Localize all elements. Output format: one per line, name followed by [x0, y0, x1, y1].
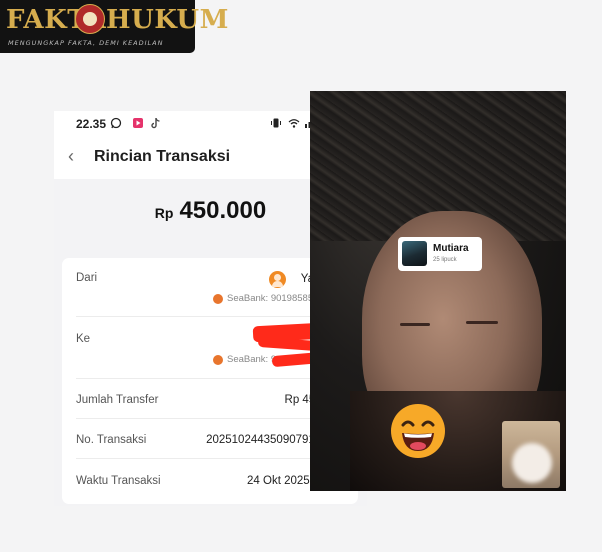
caller-name: Mutiara [433, 243, 469, 254]
amount-currency: Rp [154, 205, 174, 221]
whatsapp-icon [110, 117, 122, 129]
self-view-preview[interactable] [502, 421, 560, 488]
tiktok-icon [151, 118, 160, 129]
transaction-time-label: Waktu Transaksi [76, 475, 161, 487]
logo-seal-icon [75, 4, 105, 34]
status-time: 22.35 [76, 117, 107, 131]
from-label: Dari [76, 272, 98, 284]
laughing-emoji-icon [391, 404, 445, 458]
wifi-icon [288, 119, 300, 128]
watermark-logo: FAKTA HUKUM MENGUNGKAP FAKTA, DEMI KEADI… [0, 0, 228, 53]
transfer-amount-label: Jumlah Transfer [76, 394, 159, 406]
divider [76, 316, 344, 317]
logo-tagline: MENGUNGKAP FAKTA, DEMI KEADILAN [8, 39, 164, 47]
seabank-logo-icon [213, 355, 223, 365]
divider [76, 418, 344, 419]
amount-value: 450.000 [179, 197, 267, 224]
divider [76, 458, 344, 459]
caller-subtitle: 25 lipuck [433, 257, 457, 263]
seabank-logo-icon [213, 294, 223, 304]
video-call-screenshot: Mutiara 25 lipuck [310, 91, 566, 491]
transaction-no-label: No. Transaksi [76, 434, 147, 446]
recipient-bank-account: SeaBank: 9 [227, 354, 277, 365]
page-title: Rincian Transaksi [94, 148, 231, 165]
logo-brand-right: HUKUM [106, 5, 229, 35]
caller-thumbnail [402, 241, 427, 266]
vibrate-icon [271, 118, 281, 128]
user-avatar-icon [269, 271, 286, 288]
to-label: Ke [76, 333, 91, 345]
divider [76, 378, 344, 379]
caller-badge[interactable]: Mutiara 25 lipuck [398, 237, 482, 271]
chevron-left-icon[interactable]: ‹ [68, 147, 74, 165]
app-notification-icon [133, 118, 143, 128]
